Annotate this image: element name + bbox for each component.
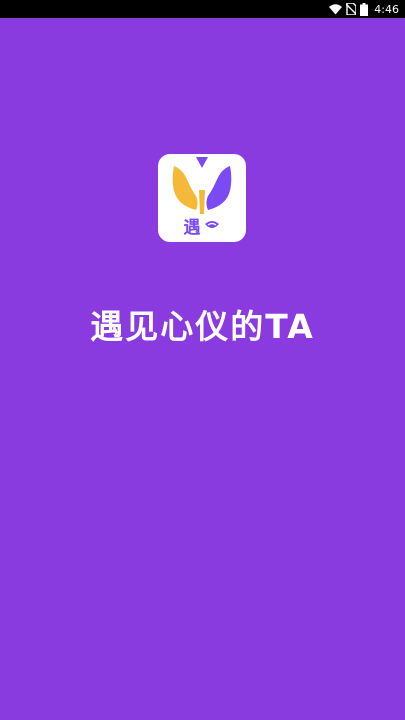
no-sim-icon: [346, 3, 357, 15]
logo-left-petal: [172, 166, 198, 210]
logo-character: 遇: [184, 218, 201, 238]
wifi-icon: [329, 3, 343, 15]
app-logo: 遇: [158, 154, 246, 242]
logo-notch-shape: [196, 157, 208, 168]
logo-leaf-mark: [205, 221, 219, 228]
logo-stem: [199, 190, 205, 214]
battery-icon: [360, 2, 369, 16]
status-bar: 4:46: [0, 0, 405, 18]
app-name-title: 遇见心仪的TA: [90, 307, 315, 346]
logo-right-petal: [206, 166, 232, 210]
status-time: 4:46: [374, 2, 399, 16]
